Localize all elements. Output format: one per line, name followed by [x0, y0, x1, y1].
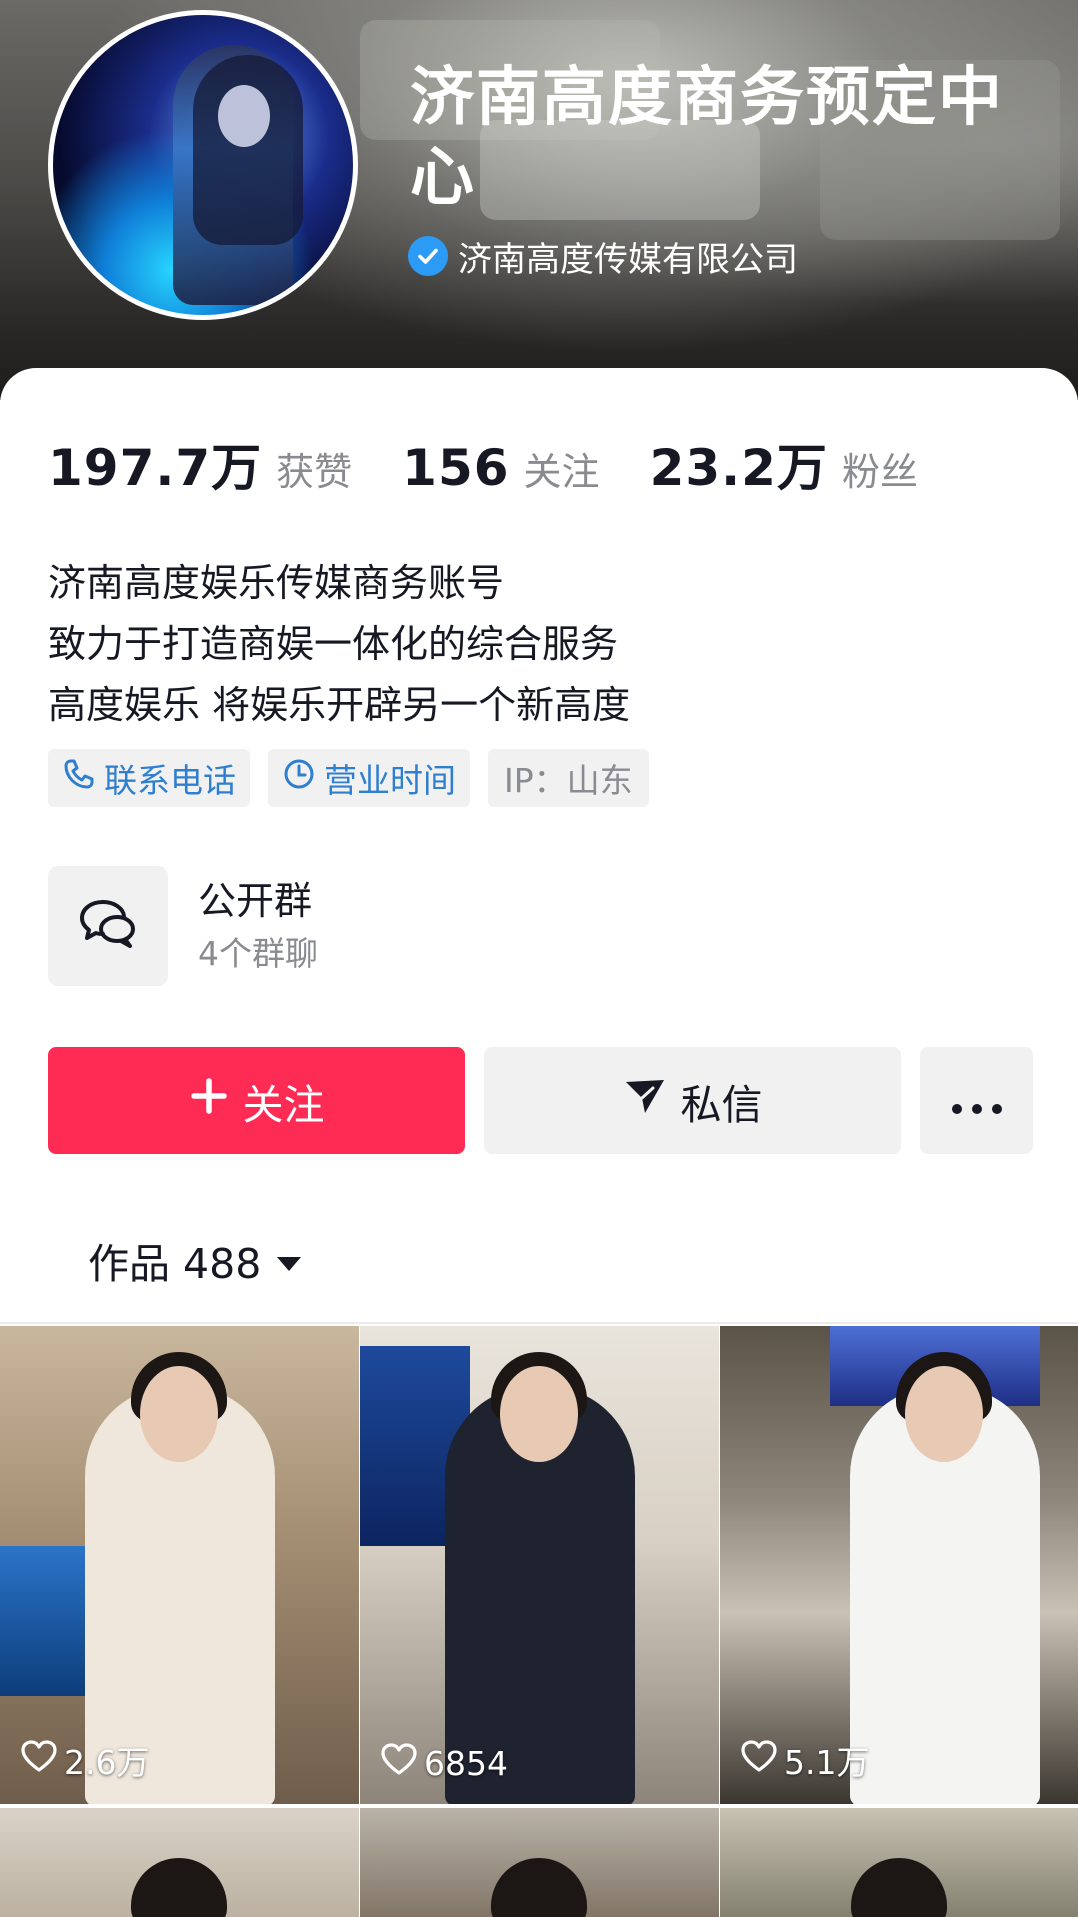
- video-likes: 5.1万: [740, 1736, 869, 1784]
- stat-following-value: 156: [402, 439, 510, 497]
- bio-line: 致力于打造商娱一体化的综合服务: [48, 622, 619, 666]
- stat-likes[interactable]: 197.7万 获赞: [48, 428, 352, 500]
- video-likes-count: 6854: [424, 1743, 508, 1783]
- stat-likes-label: 获赞: [276, 450, 353, 494]
- profile-name: 济南高度商务预定中心: [410, 61, 1004, 215]
- stat-likes-value: 197.7万: [48, 439, 263, 497]
- group-icon-box: [48, 866, 168, 986]
- contact-phone-label: 联系电话: [104, 761, 236, 800]
- triangle-down-icon: [275, 1236, 303, 1284]
- face-shape: [140, 1366, 218, 1462]
- phone-icon: [62, 757, 96, 799]
- more-dots-icon: [951, 1077, 1003, 1125]
- video-grid: 2.6万 6854 5.1万: [0, 1326, 1078, 1917]
- profile-card: 197.7万 获赞 156 关注 23.2万 粉丝 济南高度娱乐传媒商务账号 致…: [0, 368, 1078, 1917]
- profile-tags: 联系电话 营业时间 IP：山东: [48, 749, 649, 807]
- stats-row: 197.7万 获赞 156 关注 23.2万 粉丝: [48, 428, 968, 500]
- contact-phone-tag[interactable]: 联系电话: [48, 749, 250, 807]
- ip-location-label: IP：山东: [504, 761, 633, 800]
- profile-bio: 济南高度娱乐传媒商务账号 致力于打造商娱一体化的综合服务 高度娱乐 将娱乐开辟另…: [48, 553, 630, 736]
- video-thumbnail[interactable]: [360, 1808, 719, 1917]
- stat-following[interactable]: 156 关注: [402, 439, 599, 497]
- video-thumbnail[interactable]: 6854: [360, 1326, 719, 1804]
- more-options-button[interactable]: [920, 1047, 1033, 1154]
- video-thumbnail[interactable]: [0, 1808, 359, 1917]
- group-title: 公开群: [198, 879, 313, 923]
- video-thumbnail[interactable]: 5.1万: [720, 1326, 1078, 1804]
- avatar[interactable]: [48, 10, 358, 320]
- send-plane-icon: [623, 1076, 667, 1126]
- stat-following-label: 关注: [523, 450, 600, 494]
- works-tab-label: 作品 488: [88, 1240, 262, 1288]
- heart-outline-icon: [380, 1742, 418, 1784]
- heart-outline-icon: [740, 1739, 778, 1781]
- bio-line: 济南高度娱乐传媒商务账号: [48, 561, 505, 605]
- video-thumbnail[interactable]: 2.6万: [0, 1326, 359, 1804]
- profile-cover: 济南高度商务预定中心 济南高度传媒有限公司: [0, 0, 1078, 400]
- verified-check-icon: [408, 236, 448, 276]
- action-buttons: 关注 私信: [48, 1047, 1033, 1154]
- face-shape: [500, 1366, 578, 1462]
- verified-organization[interactable]: 济南高度传媒有限公司: [408, 234, 798, 280]
- video-thumbnail[interactable]: [720, 1808, 1078, 1917]
- divider: [0, 1322, 1078, 1324]
- verified-organization-label: 济南高度传媒有限公司: [458, 239, 798, 280]
- stat-followers-label: 粉丝: [841, 450, 918, 494]
- group-count: 4个群聊: [198, 934, 318, 973]
- video-likes: 2.6万: [20, 1736, 149, 1784]
- clock-icon: [282, 757, 316, 799]
- follow-button-label: 关注: [242, 1080, 325, 1129]
- public-group-entry[interactable]: 公开群 4个群聊: [48, 866, 318, 986]
- business-hours-label: 营业时间: [324, 761, 456, 800]
- bio-line: 高度娱乐 将娱乐开辟另一个新高度: [48, 683, 631, 727]
- follow-button[interactable]: 关注: [48, 1047, 465, 1154]
- message-button[interactable]: 私信: [484, 1047, 901, 1154]
- business-hours-tag[interactable]: 营业时间: [268, 749, 470, 807]
- avatar-face: [218, 85, 270, 147]
- works-tab[interactable]: 作品 488: [88, 1230, 303, 1290]
- ip-location-tag: IP：山东: [488, 749, 649, 807]
- video-likes: 6854: [380, 1742, 508, 1784]
- video-likes-count: 5.1万: [784, 1743, 870, 1782]
- stat-followers-value: 23.2万: [649, 439, 828, 497]
- face-shape: [905, 1366, 983, 1462]
- heart-outline-icon: [20, 1739, 58, 1781]
- message-button-label: 私信: [680, 1080, 763, 1129]
- avatar-hair: [193, 55, 303, 245]
- stat-followers[interactable]: 23.2万 粉丝: [650, 428, 918, 500]
- plus-icon: [189, 1076, 229, 1126]
- chat-bubbles-icon: [77, 896, 139, 956]
- video-likes-count: 2.6万: [64, 1743, 150, 1782]
